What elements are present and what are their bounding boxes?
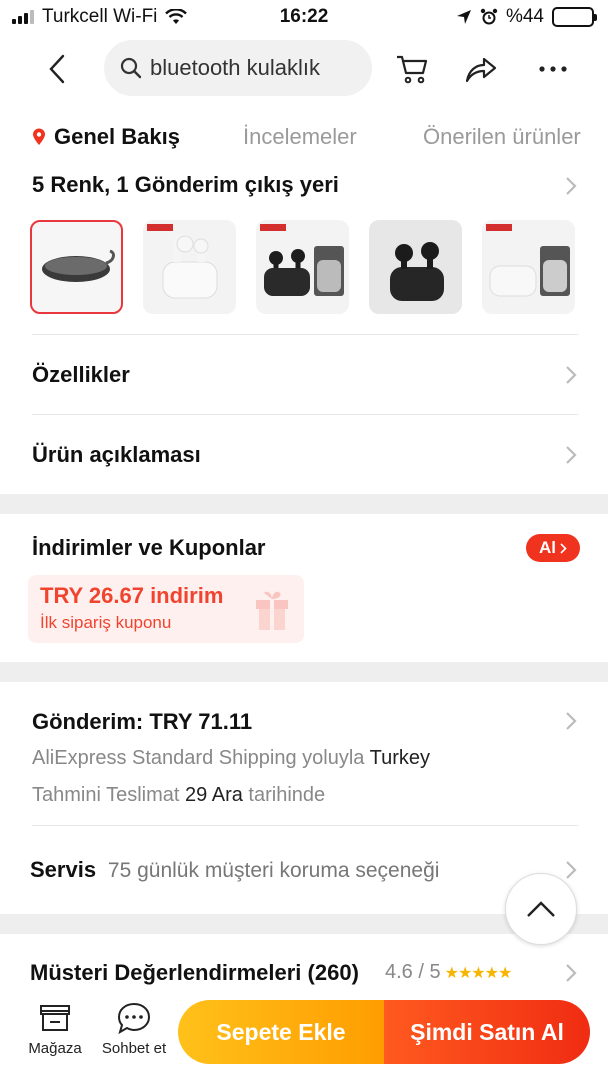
description-row[interactable]: Ürün açıklaması — [32, 442, 201, 468]
features-row[interactable]: Özellikler — [32, 362, 130, 388]
search-query: bluetooth kulaklık — [150, 55, 320, 80]
shipping-method: AliExpress Standard Shipping yoluyla Tur… — [32, 747, 430, 770]
tab-reviews[interactable]: İncelemeler — [243, 124, 357, 150]
tab-overview[interactable]: Genel Bakış — [32, 124, 180, 150]
chat-button[interactable]: Sohbet et — [96, 1000, 172, 1057]
chevron-right-icon — [566, 366, 577, 384]
shipping-title[interactable]: Gönderim: TRY 71.11 — [32, 709, 252, 735]
star-rating-icon: ★★★★★ — [444, 964, 513, 982]
reviews-title[interactable]: Müsteri Değerlendirmeleri (260) — [30, 960, 359, 986]
variant-thumb-black[interactable] — [369, 220, 462, 314]
tab-overview-label: Genel Bakış — [54, 124, 180, 149]
white-earbuds-image — [162, 234, 217, 299]
chevron-right-icon — [566, 861, 577, 879]
battery-percent: %44 — [505, 6, 544, 27]
eta-suffix: tarihinde — [248, 784, 326, 806]
chevron-right-icon — [560, 542, 567, 554]
scroll-to-top-button[interactable] — [505, 873, 577, 945]
more-icon — [539, 66, 567, 72]
brand-tag — [147, 224, 173, 231]
white-case-gift-image — [489, 246, 570, 297]
black-earbuds-gift-image — [263, 246, 344, 296]
case-image — [41, 249, 115, 282]
brand-tag — [260, 224, 286, 231]
coupons-title: İndirimler ve Kuponlar — [32, 535, 266, 560]
divider — [32, 414, 578, 415]
chevron-up-icon — [527, 901, 555, 917]
gift-icon — [256, 591, 288, 630]
chat-icon — [117, 1002, 151, 1035]
store-label: Mağaza — [28, 1040, 82, 1057]
chevron-left-icon — [49, 54, 65, 84]
status-right: %44 — [456, 6, 597, 28]
battery-icon — [552, 7, 597, 27]
store-button[interactable]: Mağaza — [26, 1000, 84, 1057]
divider — [32, 334, 578, 335]
back-button[interactable] — [40, 50, 74, 88]
share-button[interactable] — [461, 50, 501, 88]
get-coupon-button[interactable]: Al — [526, 534, 580, 562]
location-arrow-icon — [456, 10, 471, 24]
rating-summary: 4.6 / 5 ★★★★★ — [385, 961, 513, 984]
service-label: Servis — [30, 857, 97, 882]
shipping-eta: Tahmini Teslimat 29 Ara tarihinde — [32, 784, 325, 807]
shipping-country: Turkey — [369, 747, 431, 769]
service-text: 75 günlük müşteri koruma seçeneği — [107, 859, 440, 882]
shipping-method-text: AliExpress Standard Shipping yoluyla — [32, 747, 365, 769]
rating-value: 4.6 / 5 — [385, 961, 441, 983]
chat-label: Sohbet et — [101, 1040, 167, 1057]
location-pin-icon — [33, 128, 45, 145]
add-to-cart-button[interactable]: Sepete Ekle — [178, 1000, 384, 1064]
eta-prefix: Tahmini Teslimat — [32, 784, 180, 806]
variant-thumb-case[interactable] — [30, 220, 123, 314]
section-tabs: Genel Bakış İncelemeler Önerilen ürünler — [0, 118, 608, 158]
variant-thumb-white[interactable] — [143, 220, 236, 314]
status-bar: Turkcell Wi-Fi 16:22 %44 — [0, 0, 608, 36]
service-row[interactable]: Servis 75 günlük müşteri koruma seçeneği — [30, 857, 439, 883]
variants-title[interactable]: 5 Renk, 1 Gönderim çıkış yeri — [32, 172, 339, 198]
black-earbuds-image — [389, 242, 444, 301]
variant-thumb-black-gift[interactable] — [256, 220, 349, 314]
share-icon — [465, 57, 497, 83]
search-bar[interactable]: bluetooth kulaklık — [104, 40, 372, 96]
cart-button[interactable] — [392, 50, 432, 88]
coupon-card[interactable]: TRY 26.67 indirim İlk sipariş kuponu — [28, 575, 304, 643]
search-icon — [120, 57, 142, 79]
chevron-right-icon — [566, 964, 577, 982]
get-coupon-label: Al — [539, 538, 556, 557]
buy-now-button[interactable]: Şimdi Satın Al — [384, 1000, 590, 1064]
variant-thumb-white-gift[interactable] — [482, 220, 575, 314]
variant-list — [30, 220, 575, 314]
eta-date: 29 Ara — [185, 784, 243, 806]
brand-tag — [486, 224, 512, 231]
chevron-right-icon — [566, 446, 577, 464]
section-separator — [0, 662, 608, 682]
store-icon — [40, 1005, 70, 1031]
chevron-right-icon — [566, 712, 577, 730]
chevron-right-icon — [566, 177, 577, 195]
alarm-icon — [480, 8, 498, 25]
cart-icon — [397, 55, 428, 84]
divider — [32, 825, 578, 826]
more-button[interactable] — [533, 50, 573, 88]
top-nav: bluetooth kulaklık — [0, 40, 608, 98]
tab-recommended[interactable]: Önerilen ürünler — [423, 124, 581, 150]
section-separator — [0, 494, 608, 514]
bottom-action-bar: Mağaza Sohbet et Sepete Ekle Şimdi Satın… — [0, 990, 608, 1080]
